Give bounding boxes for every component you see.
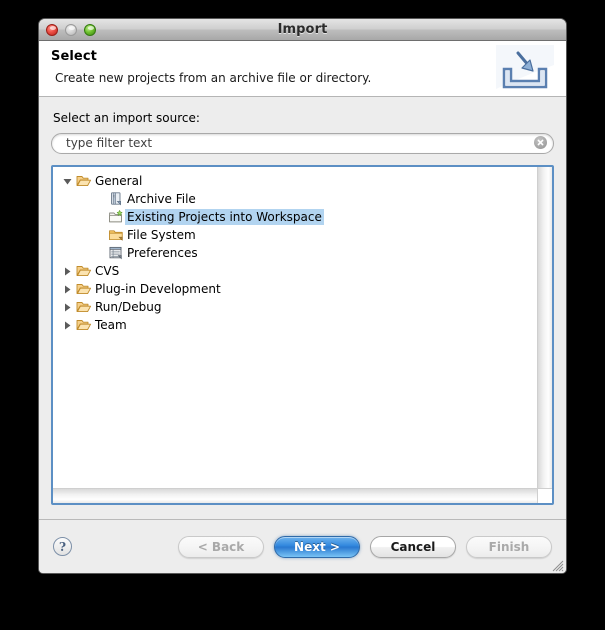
tree-item-label: File System bbox=[127, 228, 196, 242]
tree-item-label: Preferences bbox=[127, 246, 198, 260]
tree-viewport: General Archive File Existing Projects int… bbox=[53, 167, 552, 488]
file-system-folder-icon bbox=[107, 227, 125, 243]
tree-item-label: Team bbox=[95, 318, 127, 332]
tree-rows: General Archive File Existing Projects int… bbox=[53, 167, 537, 488]
tree-item[interactable]: Preferences bbox=[53, 244, 537, 262]
clear-icon[interactable] bbox=[534, 136, 547, 149]
chevron-down-icon[interactable] bbox=[59, 177, 75, 186]
tree-item-label: CVS bbox=[95, 264, 120, 278]
window-controls bbox=[46, 23, 96, 36]
minimize-button[interactable] bbox=[65, 23, 77, 36]
archive-file-icon bbox=[107, 191, 125, 207]
chevron-right-icon[interactable] bbox=[59, 285, 75, 294]
tree-item[interactable]: Archive File bbox=[53, 190, 537, 208]
close-button[interactable] bbox=[46, 23, 58, 36]
page-title: Select bbox=[51, 49, 97, 64]
filter-field-wrapper bbox=[51, 132, 554, 154]
chevron-right-icon[interactable] bbox=[59, 321, 75, 330]
import-source-tree[interactable]: General Archive File Existing Projects int… bbox=[51, 165, 554, 505]
wizard-header: Select Create new projects from an archi… bbox=[39, 41, 566, 97]
preferences-icon bbox=[107, 245, 125, 261]
folder-open-icon bbox=[75, 263, 93, 279]
finish-button: Finish bbox=[466, 535, 552, 558]
tree-item-label: Archive File bbox=[127, 192, 196, 206]
tree-item[interactable]: File System bbox=[53, 226, 537, 244]
back-button: < Back bbox=[178, 535, 264, 558]
tree-item-label: Run/Debug bbox=[95, 300, 162, 314]
resize-grip[interactable] bbox=[550, 557, 564, 572]
folder-open-icon bbox=[75, 299, 93, 315]
chevron-right-icon[interactable] bbox=[59, 303, 75, 312]
scrollbar-corner bbox=[537, 489, 552, 503]
dialog-body: Select an import source: General Archive … bbox=[39, 97, 566, 519]
help-button[interactable]: ? bbox=[53, 537, 72, 556]
tree-item-label: Plug-in Development bbox=[95, 282, 221, 296]
tree-vertical-scrollbar[interactable] bbox=[537, 167, 552, 488]
tree-horizontal-scrollbar[interactable] bbox=[53, 488, 552, 503]
import-wizard-icon bbox=[496, 45, 554, 93]
folder-open-icon bbox=[75, 317, 93, 333]
wizard-button-group: < Back Next > Cancel Finish bbox=[178, 535, 552, 558]
window-title: Import bbox=[277, 22, 328, 37]
tree-item-label: General bbox=[95, 174, 143, 188]
dialog-footer: ? < Back Next > Cancel Finish bbox=[39, 519, 566, 573]
maximize-button[interactable] bbox=[84, 23, 96, 36]
tree-item[interactable]: Existing Projects into Workspace bbox=[53, 208, 537, 226]
folder-open-icon bbox=[75, 173, 93, 189]
tree-item[interactable]: General bbox=[53, 172, 537, 190]
chevron-right-icon[interactable] bbox=[59, 267, 75, 276]
tree-item-label: Existing Projects into Workspace bbox=[125, 209, 324, 225]
cancel-button[interactable]: Cancel bbox=[370, 535, 456, 558]
next-button[interactable]: Next > bbox=[274, 535, 360, 558]
search-input[interactable] bbox=[51, 132, 554, 154]
existing-projects-icon bbox=[107, 209, 125, 225]
import-dialog-window: Import Select Create new projects from a… bbox=[38, 18, 567, 574]
import-source-label: Select an import source: bbox=[53, 111, 200, 125]
page-subtitle: Create new projects from an archive file… bbox=[55, 71, 372, 85]
tree-item[interactable]: Run/Debug bbox=[53, 298, 537, 316]
tree-item[interactable]: Team bbox=[53, 316, 537, 334]
folder-open-icon bbox=[75, 281, 93, 297]
tree-item[interactable]: CVS bbox=[53, 262, 537, 280]
tree-item[interactable]: Plug-in Development bbox=[53, 280, 537, 298]
window-titlebar[interactable]: Import bbox=[39, 19, 566, 41]
